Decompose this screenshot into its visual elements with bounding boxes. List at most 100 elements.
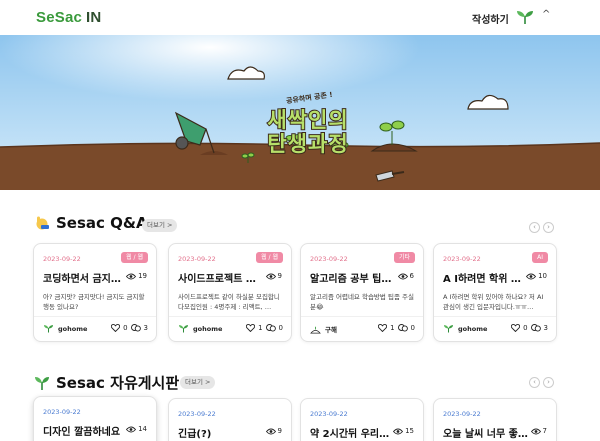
qna-prev-button[interactable]: ‹ — [529, 222, 540, 233]
free-card[interactable]: 2023-09-22 디자인 깔끔하네요 14 — [33, 396, 157, 441]
top-header: SeSac IN 작성하기 ^ — [0, 0, 600, 35]
view-count: 14 — [126, 425, 147, 433]
card-title: 약 2시간뒤 우리모습 — [310, 429, 396, 440]
category-tag: 웹 / 웹 — [121, 252, 148, 263]
qna-card[interactable]: 2023-09-22 웹 / 웹사이드프로젝트 같… 9 사이드프로젝트 같이 하실분… — [168, 243, 292, 342]
view-count: 10 — [526, 272, 547, 280]
eye-icon — [393, 428, 404, 434]
card-divider — [301, 316, 423, 317]
card-divider — [169, 316, 291, 317]
eye-icon — [265, 428, 276, 434]
profile-sprout-icon[interactable] — [516, 9, 534, 25]
card-date: 2023-09-22 — [178, 255, 216, 263]
free-card[interactable]: 2023-09-22 오늘 날씨 너무 좋… 7 — [433, 398, 557, 441]
view-count: 9 — [265, 272, 282, 280]
banner-title-line2: 탄생과정 — [266, 131, 349, 157]
card-author: 구해 — [310, 324, 337, 334]
eye-icon — [526, 273, 537, 279]
qna-next-button[interactable]: › — [543, 222, 554, 233]
view-count-value: 15 — [405, 427, 414, 435]
card-date: 2023-09-22 — [43, 408, 81, 416]
free-prev-button[interactable]: ‹ — [529, 377, 540, 388]
heart-icon[interactable] — [246, 324, 256, 332]
author-sprout-icon — [179, 325, 188, 333]
comment-count: 3 — [143, 324, 148, 332]
comment-icon — [397, 324, 408, 332]
eye-icon — [126, 426, 137, 432]
eye-icon — [126, 273, 137, 279]
card-author: gohome — [443, 324, 487, 333]
category-tag: 웹 / 웹 — [256, 252, 283, 263]
eye-icon — [530, 428, 541, 434]
like-count: 0 — [123, 324, 128, 332]
card-date: 2023-09-22 — [310, 410, 348, 418]
card-date: 2023-09-22 — [310, 255, 348, 263]
category-tag: AI — [532, 252, 548, 263]
view-count-value: 9 — [277, 272, 282, 280]
author-name: gohome — [458, 324, 488, 333]
qna-more-button[interactable]: 더보기 > — [142, 219, 178, 232]
write-button[interactable]: 작성하기 — [472, 11, 509, 26]
card-stats: 03 — [111, 324, 148, 332]
free-section-title: Sesac 자유게시판 — [34, 372, 179, 393]
card-date: 2023-09-22 — [43, 255, 81, 263]
comment-icon — [265, 324, 276, 332]
card-date: 2023-09-22 — [443, 410, 481, 418]
card-excerpt: 사이드프로젝트 같이 하실분 모집합니다모집인원 : 4명주제 : 리액트, … — [178, 293, 280, 311]
view-count: 15 — [393, 427, 414, 435]
comment-count: 0 — [410, 324, 415, 332]
banner-title-line1: 새싹인의 — [266, 107, 349, 133]
eye-icon — [265, 273, 276, 279]
card-stats: 10 — [246, 324, 283, 332]
card-title: 알고리즘 공부 팁좀… — [310, 274, 396, 285]
card-title: 오늘 날씨 너무 좋… — [443, 429, 528, 440]
heart-icon[interactable] — [511, 324, 521, 332]
author-name: 구해 — [325, 326, 337, 334]
author-name: gohome — [193, 324, 223, 333]
author-name: gohome — [58, 324, 88, 333]
free-more-button[interactable]: 더보기 > — [180, 376, 216, 389]
free-card[interactable]: 2023-09-22 약 2시간뒤 우리모습 15 — [300, 398, 424, 441]
author-sprout-icon — [44, 325, 53, 333]
card-author: gohome — [178, 324, 222, 333]
comment-count: 0 — [278, 324, 283, 332]
free-next-button[interactable]: › — [543, 377, 554, 388]
author-seed-icon — [310, 326, 321, 334]
logo-text: SeSac — [36, 9, 83, 26]
qna-title-text: Sesac Q&A — [56, 214, 148, 232]
category-tag: 기타 — [393, 252, 415, 263]
view-count: 9 — [265, 427, 282, 435]
qna-card[interactable]: 2023-09-22 웹 / 웹코딩하면서 금지할 … 19 아? 금지맛? 금지맛다… — [33, 243, 157, 342]
logo[interactable]: SeSac IN — [36, 9, 101, 26]
profile-menu-caret-icon[interactable]: ^ — [542, 9, 550, 20]
card-date: 2023-09-22 — [178, 410, 216, 418]
view-count-value: 19 — [138, 272, 147, 280]
card-title: 코딩하면서 금지할 … — [43, 274, 129, 285]
view-count-value: 7 — [542, 427, 547, 435]
qna-card[interactable]: 2023-09-22 기타 알고리즘 공부 팁좀… 6 알고리즘 어렵네요 학습방법 팁… — [300, 243, 424, 342]
author-sprout-icon — [444, 325, 453, 333]
view-count: 7 — [530, 427, 547, 435]
card-title: 긴급(?) — [178, 429, 212, 440]
card-excerpt: 아? 금지맛? 금지맛다! 금지도 금지할 행동 있나요? — [43, 293, 145, 311]
card-title: A I하려면 학위 있… — [443, 274, 529, 285]
card-author: gohome — [43, 324, 87, 333]
view-count-value: 10 — [538, 272, 547, 280]
view-count: 6 — [397, 272, 414, 280]
logo-suffix: IN — [86, 9, 102, 26]
qna-card[interactable]: 2023-09-22 AI A I하려면 학위 있… 10 A I하려면 학위 있어야 … — [433, 243, 557, 342]
qna-section-title: Sesac Q&A — [34, 214, 148, 232]
card-excerpt: A I하려면 학위 있어야 하나요? 저 AI 관심이 생긴 입문자입니다.ㅠㅠ… — [443, 293, 544, 311]
card-stats: 03 — [511, 324, 548, 332]
like-count: 1 — [390, 324, 395, 332]
card-title: 디자인 깔끔하네요 — [43, 427, 121, 438]
free-card[interactable]: 2023-09-22 긴급(?) 9 — [168, 398, 292, 441]
heart-icon[interactable] — [378, 324, 388, 332]
heart-icon[interactable] — [111, 324, 121, 332]
comment-icon — [130, 324, 141, 332]
card-title: 사이드프로젝트 같… — [178, 274, 264, 285]
like-count: 0 — [523, 324, 528, 332]
view-count-value: 14 — [138, 425, 147, 433]
comment-count: 3 — [543, 324, 548, 332]
card-date: 2023-09-22 — [443, 255, 481, 263]
